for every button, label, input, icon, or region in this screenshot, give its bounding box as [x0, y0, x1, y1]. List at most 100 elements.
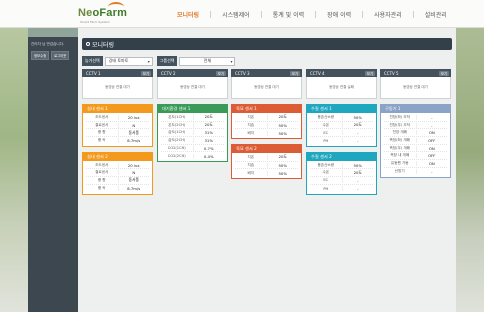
neofarm-logo[interactable]: NeoFarm Smart Farm System	[78, 2, 127, 25]
cctv-header: CCTV 1 보기	[82, 69, 153, 77]
farm-select-label: 농가선택	[82, 56, 103, 66]
nav-fault-history[interactable]: 장애 이력	[316, 10, 362, 19]
sensor-label: 측창 내 개폐	[390, 153, 410, 158]
sensor-card: 구동기 1 천창(좌) 조작 - 천창(우) 조작 - 천장 개폐 ON 측창(좌) 개폐 OF…	[380, 104, 451, 178]
sensor-value: 31%	[192, 130, 225, 136]
sensor-row: 수온 20도	[310, 169, 373, 178]
sensor-label: 측창(우) 개폐	[389, 145, 410, 150]
sensor-value: -	[415, 169, 448, 175]
sensor-value: 0.4%	[192, 153, 225, 159]
sensor-row: 풍 속 8.7m/s	[86, 137, 149, 145]
cctv-status: 동영상 연결 대기	[254, 85, 279, 89]
sensor-label: 풍 향	[97, 177, 106, 182]
cctv-header: CCTV 2 보기	[157, 69, 228, 77]
sensor-label: 지온	[247, 114, 255, 119]
sensor-card: 실내 센서 2 조도센서 20 lux 결로센서 N 풍 향 동서풍 풍 속 8.7m/s	[82, 151, 153, 195]
cctv-video-area[interactable]: 동영상 연결 대기	[231, 77, 302, 99]
logout-button[interactable]: 로그아웃	[51, 51, 70, 60]
cctv-status: 동영상 연결 대기	[403, 85, 428, 89]
sensor-value: 20도	[266, 154, 299, 161]
sensor-row: 풍 향 동서풍	[86, 129, 149, 138]
monitor-column-2: CCTV 2 보기 동영상 연결 대기 대기환경 센서 1 온도(1CH) 20도 온도(2…	[157, 69, 228, 163]
sensor-value: 8.7m/s	[117, 186, 150, 192]
cctv-view-button[interactable]: 보기	[364, 70, 375, 76]
sensor-values: 조도센서 20 lux 결로센서 N 풍 향 동서풍 풍 속 8.7m/s	[83, 113, 152, 146]
sensor-values: 지온 20도 지습 50% 배지 50%	[232, 113, 301, 138]
sensor-values: 조도센서 20 lux 결로센서 N 풍 향 동서풍 풍 속 8.7m/s	[83, 161, 152, 194]
cctv-header: CCTV 3 보기	[231, 69, 302, 77]
sensor-row: 측창(우) 개폐 ON	[384, 145, 447, 153]
background-trees-left	[0, 20, 28, 312]
main-content: 모니터링 농가선택 강태 토마토 ▾ 그룹선택 전체 ▾ CCTV 1 보기 동영상…	[78, 28, 456, 312]
sensor-title: 수질 센서 2	[307, 152, 376, 161]
sensor-value: 20도	[192, 122, 225, 129]
main-menu: 모니터링 시스템제어 통계 및 이력 장애 이력 사용자관리 설비관리	[166, 0, 458, 28]
sensor-row: 배지 50%	[235, 129, 298, 137]
cctv-video-area[interactable]: 동영상 연결 대기	[380, 77, 451, 99]
sensor-values: 용존산소량 50% 수온 20도 EC - PH -	[307, 161, 376, 194]
sensor-value: -	[341, 186, 374, 192]
edit-info-button[interactable]: 정보수정	[31, 51, 50, 60]
nav-system-control[interactable]: 시스템제어	[211, 10, 261, 19]
nav-statistics-history[interactable]: 통계 및 이력	[262, 10, 315, 19]
sensor-row: 지습 50%	[235, 162, 298, 170]
logo-text: NeoFarm	[78, 7, 128, 19]
cctv-video-area[interactable]: 동영상 연결 실패	[306, 77, 377, 99]
sensor-value: 동서풍	[117, 177, 150, 184]
target-icon	[86, 42, 90, 46]
sensor-card: 대기환경 센서 1 온도(1CH) 20도 온도(2CH) 20도 습도(1CH) 31% 습…	[157, 104, 228, 163]
sensor-value: -	[415, 122, 448, 128]
sensor-label: 난방기	[394, 169, 405, 174]
sensor-label: PH	[323, 186, 329, 191]
chevron-down-icon: ▾	[147, 58, 150, 64]
sensor-row: 지온 20도	[235, 114, 298, 122]
sensor-values: 지온 20도 지습 50% 배지 50%	[232, 153, 301, 178]
cctv-view-button[interactable]: 보기	[140, 70, 151, 76]
sensor-row: 천장 개폐 ON	[384, 129, 448, 138]
sensor-label: 유동팬 가동	[390, 160, 409, 165]
monitor-column-4: CCTV 4 보기 동영상 연결 실패 수질 센서 1 용존산소량 50% 수온 20도 EC -…	[306, 69, 377, 195]
cctv-video-area[interactable]: 동영상 연결 대기	[157, 77, 228, 99]
sensor-row: 용존산소량 50%	[310, 114, 373, 122]
sensor-row: 조도센서 20 lux	[86, 162, 149, 170]
sensor-value: 50%	[266, 122, 299, 128]
page-title-bar: 모니터링	[82, 38, 452, 50]
cctv-video-area[interactable]: 동영상 연결 대기	[82, 77, 153, 99]
group-select[interactable]: 전체 ▾	[179, 56, 236, 66]
cctv-view-button[interactable]: 보기	[215, 70, 226, 76]
sensor-value: 20도	[266, 114, 299, 121]
sensor-label: 용존산소량	[317, 114, 335, 119]
filter-bar: 농가선택 강태 토마토 ▾ 그룹선택 전체 ▾	[82, 56, 236, 66]
sensor-value: 50%	[341, 114, 374, 120]
sensor-label: 배지	[247, 170, 255, 175]
sensor-card: 수질 센서 1 용존산소량 50% 수온 20도 EC - PH -	[306, 104, 377, 147]
sensor-value: N	[117, 170, 150, 176]
sensor-row: 풍 향 동서풍	[86, 177, 149, 185]
sensor-value: 20도	[341, 122, 374, 129]
nav-user-management[interactable]: 사용자관리	[363, 10, 413, 19]
cctv-status: 동영상 연결 실패	[329, 85, 354, 89]
nav-equipment-management[interactable]: 설비관리	[414, 10, 458, 19]
cctv-view-button[interactable]: 보기	[289, 70, 300, 76]
monitor-column-3: CCTV 3 보기 동영상 연결 대기 육묘 센서 1 지온 20도 지습 50% 배지 50% 육…	[231, 69, 302, 180]
farm-select[interactable]: 강태 토마토 ▾	[104, 56, 153, 66]
cctv-title: CCTV 3	[235, 70, 250, 76]
top-navigation-bar: NeoFarm Smart Farm System 모니터링 시스템제어 통계 …	[0, 0, 484, 28]
sensor-row: 수온 20도	[310, 122, 373, 130]
sensor-label: 온도(2CH)	[168, 122, 186, 127]
cctv-title: CCTV 2	[161, 70, 176, 76]
nav-monitoring[interactable]: 모니터링	[166, 10, 210, 19]
sensor-values: 천창(좌) 조작 - 천창(우) 조작 - 천장 개폐 ON 측창(좌) 개폐 OFF 측창(우…	[381, 113, 450, 177]
sensor-title: 육묘 센서 1	[232, 105, 301, 113]
sensor-value: -	[341, 177, 374, 183]
sensor-value: ON	[415, 130, 448, 136]
cctv-status: 동영상 연결 대기	[180, 85, 205, 89]
cctv-title: CCTV 1	[86, 70, 101, 76]
sensor-label: EC	[323, 178, 329, 183]
page-title: 모니터링	[92, 41, 115, 49]
sensor-label: 수온	[322, 170, 330, 175]
sensor-value: 50%	[266, 130, 299, 136]
sensor-row: 결로센서 N	[86, 169, 150, 178]
sensor-label: 천창(우) 조작	[389, 122, 410, 127]
cctv-view-button[interactable]: 보기	[438, 70, 449, 76]
